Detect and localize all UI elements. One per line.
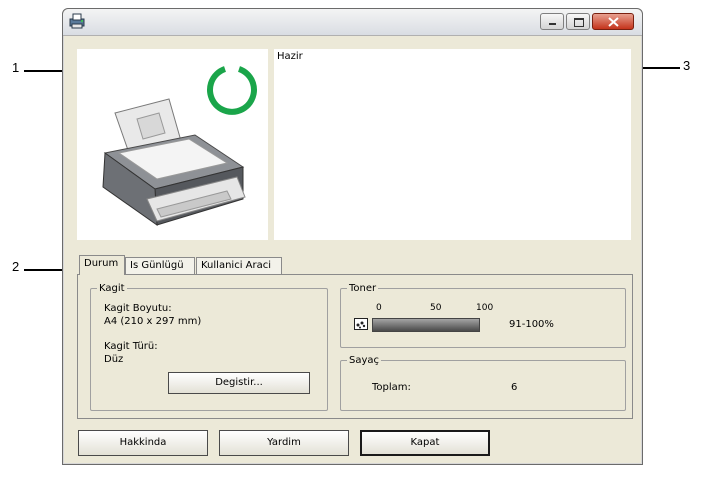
title-bar[interactable] bbox=[63, 9, 642, 36]
printer-app-icon bbox=[69, 13, 85, 29]
printer-image-panel bbox=[77, 49, 268, 240]
paper-size-label: Kagit Boyutu: bbox=[104, 303, 172, 314]
printer-status-window: Hazir Durum Is Günlügü Kullanici Araci K… bbox=[62, 8, 643, 465]
close-icon bbox=[608, 17, 619, 27]
minimize-icon bbox=[549, 23, 556, 25]
toner-group: Toner bbox=[340, 283, 626, 348]
tab-is-gunlugu[interactable]: Is Günlügü bbox=[125, 257, 195, 274]
toner-group-title: Toner bbox=[349, 283, 377, 294]
status-message-panel: Hazir bbox=[274, 49, 631, 240]
paper-size-value: A4 (210 x 297 mm) bbox=[104, 316, 202, 327]
counter-total-label: Toplam: bbox=[372, 382, 411, 393]
help-button[interactable]: Yardim bbox=[219, 430, 349, 456]
toner-level-text: 91-100% bbox=[509, 319, 554, 330]
about-button[interactable]: Hakkinda bbox=[78, 430, 208, 456]
tab-durum[interactable]: Durum bbox=[79, 255, 125, 275]
callout-2-label: 2 bbox=[12, 259, 20, 274]
paper-group-title: Kagit bbox=[99, 283, 125, 294]
window-client: Hazir Durum Is Günlügü Kullanici Araci K… bbox=[67, 39, 636, 459]
ready-ring-icon bbox=[207, 66, 257, 115]
close-window-button[interactable] bbox=[592, 13, 634, 30]
change-paper-button[interactable]: Degistir... bbox=[168, 372, 310, 394]
callout-1-label: 1 bbox=[12, 60, 20, 75]
tab-kullanici-araci[interactable]: Kullanici Araci bbox=[196, 257, 282, 274]
toner-tick-50: 50 bbox=[430, 303, 442, 313]
status-message: Hazir bbox=[277, 51, 303, 62]
toner-tick-100: 100 bbox=[476, 303, 494, 313]
counter-group-title: Sayaç bbox=[349, 355, 380, 366]
maximize-button[interactable] bbox=[566, 13, 590, 30]
maximize-icon bbox=[574, 18, 584, 27]
callout-3-label: 3 bbox=[683, 58, 691, 73]
status-tab-pane: Kagit Kagit Boyutu: A4 (210 x 297 mm) Ka… bbox=[77, 274, 633, 419]
paper-type-label: Kagit Türü: bbox=[104, 341, 158, 352]
close-button[interactable]: Kapat bbox=[360, 430, 490, 456]
minimize-button[interactable] bbox=[540, 13, 564, 30]
toner-level-bar bbox=[372, 318, 480, 332]
toner-cartridge-icon bbox=[354, 318, 368, 330]
counter-total-value: 6 bbox=[511, 382, 518, 393]
paper-type-value: Düz bbox=[104, 354, 124, 365]
toner-tick-0: 0 bbox=[376, 303, 382, 313]
